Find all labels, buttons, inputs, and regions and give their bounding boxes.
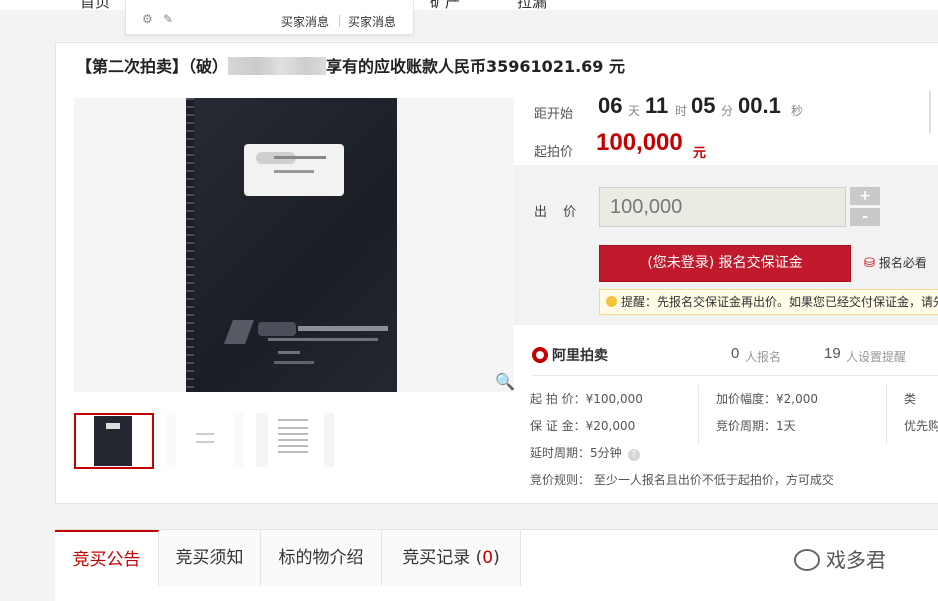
register-deposit-button[interactable]: (您未登录) 报名交保证金 [599,245,851,282]
thumbnail-label [106,423,120,429]
bid-records-label: 竞买记录 ( [402,548,483,568]
watermark-text: 戏多君 [826,548,886,572]
buyer-message-link[interactable]: 买家消息 [281,13,329,30]
buyer-message-link-2[interactable]: 买家消息 [348,13,396,30]
nav-home-link[interactable]: 首页 [80,0,110,12]
registered-count: 0 [731,345,740,362]
thumbnail-text [278,439,308,441]
countdown-days-unit: 天 [628,104,641,118]
thumbnail-3[interactable] [256,413,334,467]
auction-info: 阿里拍卖 0 人报名 19 人设置提醒 起 拍 价：¥100,000 加价幅度：… [514,325,938,505]
thumbnail-text [196,433,214,435]
page-title: 【第二次拍卖】（破） 享有的应收账款人民币35961021.69 元 [76,53,625,77]
countdown-label: 距开始 [534,107,574,122]
tab-bid-records[interactable]: 竞买记录 (0) [382,530,520,586]
info-priority: 优先购 [904,419,938,433]
coin-icon: ⛁ [864,256,875,271]
countdown-days: 06 [598,93,623,118]
countdown-minutes-unit: 分 [721,104,734,118]
user-dropdown: ⚙ ✎ 买家消息 买家消息 [125,0,414,35]
thumbnail-2[interactable] [166,413,244,467]
folder-text [278,351,300,354]
firm-logo [224,320,254,344]
tip-bar: 提醒：先报名交保证金再出价。如果您已经交付保证金，请先登录 [599,289,938,315]
increase-bid-button[interactable]: + [850,187,880,205]
folder-text [274,361,314,364]
info-bid-rule: 竞价规则： 至少一人报名且出价不低于起拍价，方可成交 [530,473,834,487]
reminder-label: 人设置提醒 [846,350,907,364]
thumbnail-text [278,419,308,421]
info-deposit: 保 证 金：¥20,000 [530,419,636,433]
auction-card: 【第二次拍卖】（破） 享有的应收账款人民币35961021.69 元 🔍 距开始… [55,42,938,504]
info-category: 类 [904,392,917,406]
registered-label: 人报名 [745,350,782,364]
tab-bidding-notice[interactable]: 竞买须知 [159,530,261,586]
label-line [274,156,326,159]
nav-item-3[interactable]: 拉漏 [517,0,547,12]
help-icon[interactable]: ? [627,449,640,461]
must-read-link[interactable]: ⛁ 报名必看 [864,254,927,271]
countdown-minutes: 05 [691,93,716,118]
reminder-count: 19 [824,345,841,362]
label-line [274,170,314,173]
divider [886,385,887,445]
main-image[interactable]: 🔍 [74,98,515,392]
thumbnail-text [278,433,308,435]
tab-item-intro[interactable]: 标的物介绍 [261,530,382,586]
title-prefix: 【第二次拍卖】（破） [76,57,229,76]
folder-label [244,144,344,196]
info-start-price: 起 拍 价：¥100,000 [530,392,643,406]
thumbnail-text [278,451,308,453]
tab-strip: 竞买公告 竞买须知 标的物介绍 竞买记录 (0) [55,530,521,586]
divider [698,385,699,445]
gear-icon[interactable]: ⚙ [142,12,153,26]
zoom-icon[interactable]: 🔍 [495,372,515,391]
thumbnail-text [278,445,308,447]
start-price-label: 起拍价 [534,145,574,160]
info-bid-period: 竞价周期：1天 [716,419,796,433]
must-read-label: 报名必看 [878,256,927,270]
ali-auction-logo: 阿里拍卖 [532,345,608,365]
thumbnail-1[interactable] [74,413,154,469]
bid-amount-input[interactable] [599,187,846,227]
bid-label: 出 价 [534,205,583,220]
divider [929,91,931,133]
divider [339,15,340,27]
brand-label: 阿里拍卖 [552,348,608,364]
edit-icon[interactable]: ✎ [163,12,173,26]
bid-box: 出 价 + - (您未登录) 报名交保证金 ⛁报名必看 提醒：先报名交保证金再出… [514,165,938,325]
bid-records-suffix: ) [493,548,500,568]
countdown-seconds: 00.1 [738,93,781,118]
wechat-icon [794,549,820,571]
lightbulb-icon [606,296,617,307]
countdown-seconds-unit: 秒 [791,104,804,118]
ali-logo-icon [532,347,548,363]
title-suffix: 享有的应收账款人民币35961021.69 元 [326,57,625,76]
tab-announcement[interactable]: 竞买公告 [55,530,159,586]
report-folder-image [186,98,397,392]
countdown-hours: 11 [645,93,669,118]
start-price-value: 100,000 [596,129,683,156]
countdown-hours-unit: 时 [675,104,688,118]
folder-spine [186,98,194,392]
bid-records-count: 0 [482,548,494,568]
thumbnail-image [176,413,234,467]
nav-item-2[interactable]: 矿产 [430,0,460,12]
tip-text: 提醒：先报名交保证金再出价。如果您已经交付保证金，请先登录 [621,295,938,309]
decrease-bid-button[interactable]: - [850,208,880,226]
start-price-unit: 元 [693,146,707,161]
redacted-mask [258,322,296,336]
info-increment: 加价幅度：¥2,000 [716,392,818,406]
redacted-mask [228,57,327,75]
info-delay-period: 延时周期：5分钟? [530,444,640,461]
thumbnail-text [278,427,308,429]
divider [532,375,938,376]
delay-period-text: 延时周期：5分钟 [530,446,622,460]
thumbnail-text [196,441,214,443]
detail-tabs: 竞买公告 竞买须知 标的物介绍 竞买记录 (0) 戏多君 [55,529,938,601]
folder-text [268,338,378,341]
folder-text [298,326,388,331]
watermark: 戏多君 [794,544,886,573]
